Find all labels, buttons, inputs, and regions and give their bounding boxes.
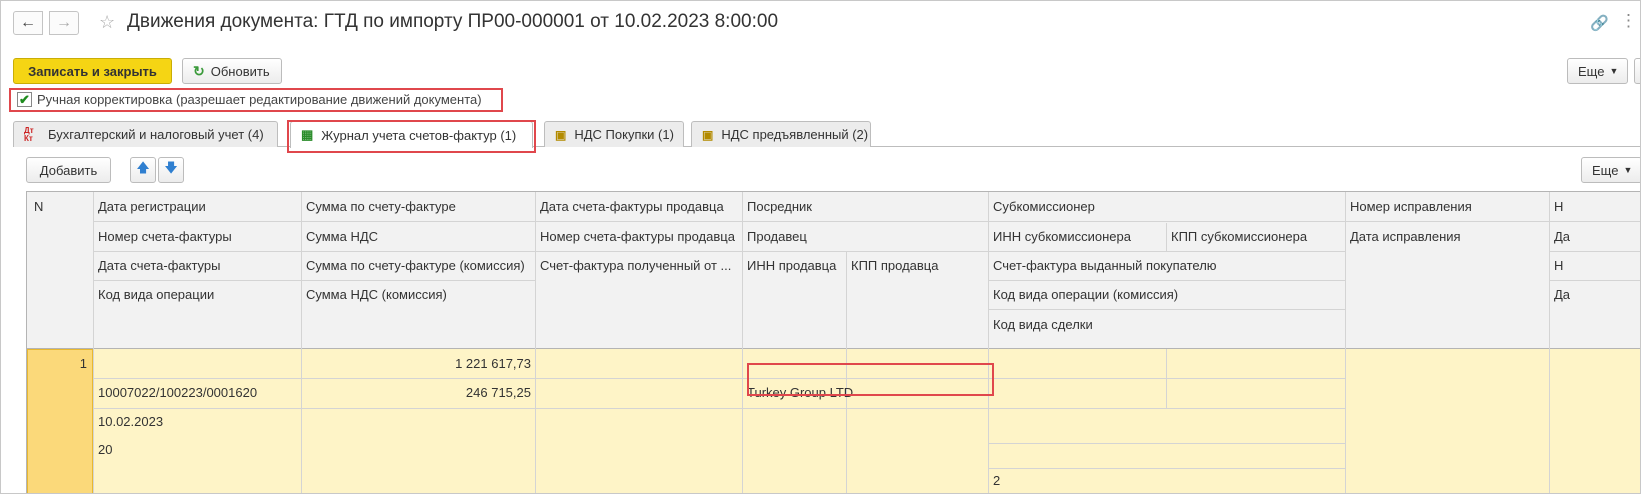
header-sum-vat-comm[interactable]: Сумма НДС (комиссия) bbox=[306, 287, 531, 302]
manual-correction-checkbox[interactable]: ✔ bbox=[17, 92, 32, 107]
header-subcommissioner[interactable]: Субкомиссионер bbox=[993, 199, 1341, 214]
header-deal-code[interactable]: Код вида сделки bbox=[993, 317, 1341, 332]
header-seller-invoice-date[interactable]: Дата счета-фактуры продавца bbox=[540, 199, 738, 214]
header-op-code-comm[interactable]: Код вида операции (комиссия) bbox=[993, 287, 1341, 302]
tab-vat-presented[interactable]: ▣ НДС предъявленный (2) bbox=[691, 121, 871, 147]
active-tab-highlight bbox=[287, 120, 536, 153]
add-button[interactable]: Добавить bbox=[26, 157, 111, 183]
header-sum-vat[interactable]: Сумма НДС bbox=[306, 229, 531, 244]
arrow-up-icon: 🡅 bbox=[136, 160, 150, 175]
cell-deal-code[interactable]: 2 bbox=[993, 473, 1143, 488]
cell-invoice-number[interactable]: 10007022/100223/0001620 bbox=[98, 385, 296, 400]
refresh-button[interactable]: ↻ Обновить bbox=[182, 58, 282, 84]
move-up-button[interactable]: 🡅 bbox=[130, 157, 156, 183]
document-movements-window: ← → ☆ Движения документа: ГТД по импорту… bbox=[0, 0, 1641, 494]
header-cut-3[interactable]: Н bbox=[1554, 258, 1640, 273]
manual-correction-label: Ручная корректировка (разрешает редактир… bbox=[37, 92, 482, 107]
header-invoice-received-from[interactable]: Счет-фактура полученный от ... bbox=[540, 258, 738, 273]
header-invoice-date[interactable]: Дата счета-фактуры bbox=[98, 258, 296, 273]
arrow-down-icon: 🡇 bbox=[164, 160, 178, 175]
invoice-journal-table[interactable]: N Дата регистрации Номер счета-фактуры Д… bbox=[26, 191, 1640, 493]
more-vertical-icon[interactable]: ⋮ bbox=[1620, 11, 1637, 31]
more-button[interactable]: Еще ▼ bbox=[1567, 58, 1628, 84]
extra-button[interactable] bbox=[1634, 58, 1640, 84]
header-sum-invoice[interactable]: Сумма по счету-фактуре bbox=[306, 199, 531, 214]
back-button[interactable]: ← bbox=[13, 11, 43, 35]
header-correction-date[interactable]: Дата исправления bbox=[1350, 229, 1546, 244]
tab-vat-purchases[interactable]: ▣ НДС Покупки (1) bbox=[544, 121, 684, 147]
header-op-code[interactable]: Код вида операции bbox=[98, 287, 296, 302]
cell-sum-invoice[interactable]: 1 221 617,73 bbox=[306, 356, 531, 371]
move-down-button[interactable]: 🡇 bbox=[158, 157, 184, 183]
save-and-close-button[interactable]: Записать и закрыть bbox=[13, 58, 172, 84]
table-more-button[interactable]: Еще ▼ bbox=[1581, 157, 1640, 183]
header-cut-1[interactable]: Н bbox=[1554, 199, 1640, 214]
header-seller[interactable]: Продавец bbox=[747, 229, 983, 244]
header-invoice-issued-to-buyer[interactable]: Счет-фактура выданный покупателю bbox=[993, 258, 1341, 273]
tab-label: Бухгалтерский и налоговый учет (4) bbox=[48, 127, 264, 142]
refresh-icon: ↻ bbox=[193, 62, 205, 79]
page-title: Движения документа: ГТД по импорту ПР00-… bbox=[127, 11, 779, 32]
doc-icon: ▣ bbox=[555, 127, 567, 142]
link-icon[interactable]: 🔗 bbox=[1590, 14, 1609, 32]
forward-button[interactable]: → bbox=[49, 11, 79, 35]
header-seller-inn[interactable]: ИНН продавца bbox=[747, 258, 842, 273]
header-cut-4[interactable]: Да bbox=[1554, 287, 1640, 302]
header-sub-kpp[interactable]: КПП субкомиссионера bbox=[1171, 229, 1343, 244]
header-correction-number[interactable]: Номер исправления bbox=[1350, 199, 1546, 214]
chevron-down-icon: ▼ bbox=[1623, 165, 1633, 175]
header-invoice-number[interactable]: Номер счета-фактуры bbox=[98, 229, 296, 244]
header-cut-2[interactable]: Да bbox=[1554, 229, 1640, 244]
chevron-down-icon: ▼ bbox=[1609, 66, 1619, 76]
seller-highlight bbox=[747, 363, 994, 396]
tab-accounting[interactable]: Дт Кт Бухгалтерский и налоговый учет (4) bbox=[13, 121, 278, 147]
checkmark-icon: ✔ bbox=[19, 91, 30, 107]
cell-n[interactable]: 1 bbox=[31, 356, 87, 371]
cell-invoice-date[interactable]: 10.02.2023 bbox=[98, 414, 296, 429]
arrow-left-icon: ← bbox=[20, 14, 36, 31]
tab-label: НДС предъявленный (2) bbox=[721, 127, 869, 142]
tab-label: НДС Покупки (1) bbox=[574, 127, 674, 142]
header-seller-invoice-number[interactable]: Номер счета-фактуры продавца bbox=[540, 229, 738, 244]
dt-kt-icon: Дт Кт bbox=[24, 125, 34, 143]
doc-icon: ▣ bbox=[702, 127, 714, 142]
manual-correction-highlight: ✔ Ручная корректировка (разрешает редакт… bbox=[9, 88, 503, 112]
star-icon[interactable]: ☆ bbox=[99, 12, 115, 33]
more-label: Еще bbox=[1592, 162, 1619, 178]
header-sum-invoice-comm[interactable]: Сумма по счету-фактуре (комиссия) bbox=[306, 258, 531, 273]
cell-sum-vat[interactable]: 246 715,25 bbox=[306, 385, 531, 400]
header-reg-date[interactable]: Дата регистрации bbox=[98, 199, 296, 214]
more-label: Еще bbox=[1578, 63, 1605, 79]
cell-op-code[interactable]: 20 bbox=[98, 442, 296, 457]
header-sub-inn[interactable]: ИНН субкомиссионера bbox=[993, 229, 1163, 244]
header-n[interactable]: N bbox=[34, 199, 43, 214]
refresh-label: Обновить bbox=[210, 63, 270, 79]
header-seller-kpp[interactable]: КПП продавца bbox=[851, 258, 984, 273]
header-intermediary[interactable]: Посредник bbox=[747, 199, 983, 214]
arrow-right-icon: → bbox=[56, 14, 72, 31]
